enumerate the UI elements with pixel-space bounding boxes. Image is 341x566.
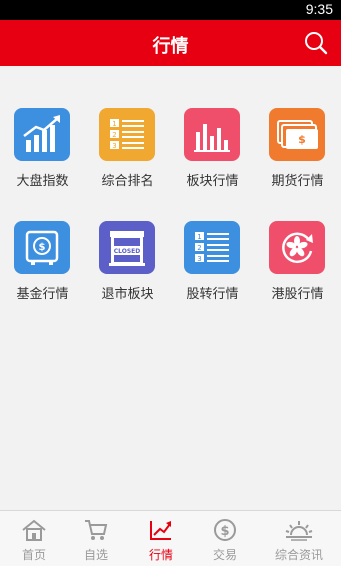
- tile-index[interactable]: 大盘指数: [0, 66, 85, 189]
- tile-sector[interactable]: 板块行情: [170, 66, 255, 189]
- svg-text:3: 3: [112, 142, 116, 150]
- page-title: 行情: [152, 36, 189, 57]
- tab-trade[interactable]: $ 交易: [191, 511, 259, 566]
- svg-text:1: 1: [112, 120, 116, 128]
- svg-text:$: $: [220, 524, 229, 539]
- bauhinia-icon: [269, 221, 325, 274]
- home-icon: [22, 519, 46, 541]
- tile-label: 股转行情: [186, 287, 239, 302]
- closed-sign-text: CLOSED: [114, 248, 141, 255]
- bar-chart-icon: [184, 108, 240, 161]
- cash-stack-icon: $: [269, 108, 325, 161]
- tile-ranking[interactable]: 1 2 3 综合排名: [85, 66, 170, 189]
- tab-news[interactable]: 综合资讯: [265, 511, 333, 566]
- search-button[interactable]: [303, 30, 329, 56]
- closed-store-icon: CLOSED: [99, 221, 155, 274]
- app-header: 行情: [0, 20, 341, 66]
- tile-neeq[interactable]: 1 2 3 股转行情: [170, 179, 255, 302]
- tile-fund[interactable]: $ 基金行情: [0, 179, 85, 302]
- tab-watchlist[interactable]: 自选: [62, 511, 130, 566]
- svg-text:1: 1: [197, 233, 201, 241]
- tile-label: 基金行情: [16, 287, 69, 302]
- ranked-list-icon: 1 2 3: [99, 108, 155, 161]
- svg-text:$: $: [298, 133, 306, 146]
- tile-label: 退市板块: [101, 287, 154, 302]
- tile-delisted[interactable]: CLOSED 退市板块: [85, 179, 170, 302]
- market-grid: 大盘指数 1 2 3 综合排名 板块行情 $ 期货行情 $ 基金行情 CLOSE…: [0, 66, 341, 511]
- tab-market[interactable]: 行情: [127, 511, 195, 566]
- tile-label: 港股行情: [271, 287, 324, 302]
- dollar-coin-icon: $: [214, 519, 236, 541]
- search-icon: [305, 32, 328, 55]
- status-bar: 9:35: [0, 0, 341, 20]
- chart-trend-up-icon: [14, 108, 70, 161]
- tab-home[interactable]: 首页: [0, 511, 68, 566]
- safe-icon: $: [14, 221, 70, 274]
- sunrise-icon: [285, 521, 313, 541]
- tab-label: 行情: [148, 548, 173, 562]
- ranked-list-icon: 1 2 3: [184, 221, 240, 274]
- svg-text:2: 2: [112, 131, 116, 139]
- tile-futures[interactable]: $ 期货行情: [255, 66, 340, 189]
- svg-text:2: 2: [197, 244, 201, 252]
- tab-label: 首页: [21, 548, 46, 562]
- tab-label: 综合资讯: [274, 548, 323, 562]
- trend-icon: [150, 521, 171, 540]
- clock: 9:35: [305, 1, 333, 17]
- bottom-tab-bar: 首页 自选 行情 $ 交易 综合资讯: [0, 510, 341, 566]
- svg-text:$: $: [39, 242, 46, 253]
- svg-text:3: 3: [197, 255, 201, 263]
- tab-label: 自选: [83, 548, 108, 562]
- cart-icon: [85, 520, 108, 540]
- tile-hk[interactable]: 港股行情: [255, 179, 340, 302]
- tab-label: 交易: [212, 548, 237, 562]
